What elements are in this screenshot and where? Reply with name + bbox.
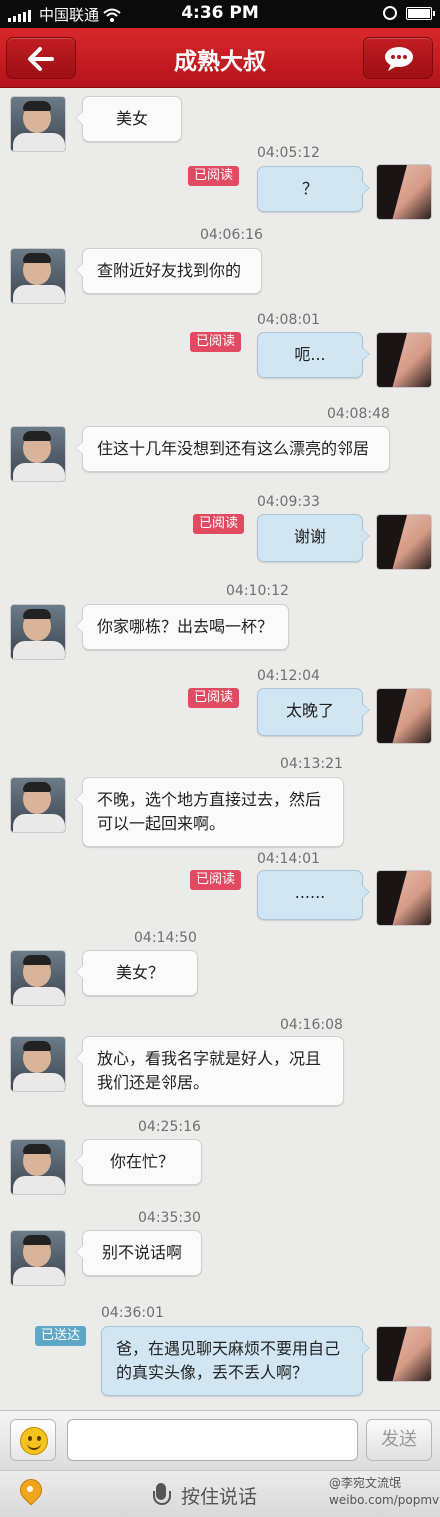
emoji-button[interactable]	[10, 1419, 56, 1461]
watermark-url: weibo.com/popmv	[329, 1493, 440, 1507]
message-time: 04:14:50	[134, 930, 197, 946]
incoming-message: 不晚，选个地方直接过去，然后 可以一起回来啊。	[75, 777, 344, 847]
alarm-clock-icon	[383, 6, 397, 20]
message-time: 04:35:30	[138, 1210, 201, 1226]
delivered-status-badge: 已送达	[35, 1326, 87, 1346]
incoming-message: 查附近好友找到你的	[75, 248, 262, 294]
read-status-badge: 已阅读	[190, 332, 242, 352]
outgoing-message: 谢谢	[257, 514, 370, 562]
hold-to-talk-button[interactable]: 按住说话	[181, 1482, 257, 1509]
message-line: 不晚，选个地方直接过去，然后	[97, 790, 322, 809]
battery-icon	[406, 7, 435, 20]
message-line: 我们还是邻居。	[97, 1073, 210, 1092]
contact-avatar[interactable]	[10, 1139, 66, 1195]
watermark: @李宛文流氓 weibo.com/popmv	[329, 1475, 439, 1509]
incoming-message: 美女？	[75, 950, 198, 996]
message-line: 可以一起回来啊。	[97, 814, 226, 833]
contact-avatar[interactable]	[10, 777, 66, 833]
incoming-message: 你家哪栋？出去喝一杯？	[75, 604, 289, 650]
contact-avatar[interactable]	[10, 1036, 66, 1092]
my-avatar[interactable]	[376, 688, 432, 744]
message-time: 04:08:01	[257, 312, 320, 328]
outgoing-message: ？	[257, 166, 370, 212]
read-status-badge: 已阅读	[190, 870, 242, 890]
outgoing-message: 爸，在遇见聊天麻烦不要用自己 的真实头像，丢不丢人啊？	[101, 1326, 370, 1396]
chat-options-button[interactable]	[363, 37, 433, 79]
contact-avatar[interactable]	[10, 1230, 66, 1286]
message-time: 04:06:16	[200, 227, 263, 243]
my-avatar[interactable]	[376, 1326, 432, 1382]
smiley-icon	[20, 1427, 48, 1455]
contact-avatar[interactable]	[10, 604, 66, 660]
incoming-message: 放心，看我名字就是好人，况且 我们还是邻居。	[75, 1036, 344, 1106]
message-input[interactable]	[67, 1419, 358, 1461]
my-avatar[interactable]	[376, 332, 432, 388]
chat-bubble-icon	[385, 47, 413, 71]
outgoing-message: ......	[257, 870, 370, 920]
microphone-icon	[152, 1483, 171, 1511]
message-time: 04:13:21	[280, 756, 343, 772]
my-avatar[interactable]	[376, 164, 432, 220]
status-bar: 中国联通 4:36 PM	[0, 0, 440, 28]
message-time: 04:36:01	[101, 1305, 164, 1321]
chat-area[interactable]: 美女 04:05:12 已阅读 ？ 04:06:16 查附近好友找到你的 04:…	[0, 88, 440, 1410]
voice-bar: 按住说话 @李宛文流氓 weibo.com/popmv	[0, 1470, 440, 1517]
incoming-message: 美女	[75, 96, 182, 142]
contact-avatar[interactable]	[10, 426, 66, 482]
my-avatar[interactable]	[376, 870, 432, 926]
my-avatar[interactable]	[376, 514, 432, 570]
location-pin-icon[interactable]	[18, 1479, 42, 1511]
message-time: 04:25:16	[138, 1119, 201, 1135]
nav-bar: 成熟大叔	[0, 28, 440, 88]
message-time: 04:08:48	[327, 406, 390, 422]
watermark-handle: @李宛文流氓	[329, 1476, 402, 1490]
send-button[interactable]: 发送	[366, 1419, 432, 1461]
read-status-badge: 已阅读	[188, 166, 240, 186]
status-time: 4:36 PM	[181, 3, 259, 23]
incoming-message: 你在忙？	[75, 1139, 202, 1185]
outgoing-message: 太晚了	[257, 688, 370, 736]
message-line: 的真实头像，丢不丢人啊？	[116, 1363, 309, 1382]
message-time: 04:14:01	[257, 851, 320, 867]
message-time: 04:16:08	[280, 1017, 343, 1033]
contact-avatar[interactable]	[10, 950, 66, 1006]
message-line: 放心，看我名字就是好人，况且	[97, 1049, 322, 1068]
message-time: 04:12:04	[257, 668, 320, 684]
message-time: 04:10:12	[226, 583, 289, 599]
contact-avatar[interactable]	[10, 248, 66, 304]
message-time: 04:05:12	[257, 145, 320, 161]
read-status-badge: 已阅读	[193, 514, 245, 534]
incoming-message: 别不说话啊	[75, 1230, 202, 1276]
message-time: 04:09:33	[257, 494, 320, 510]
incoming-message: 住这十几年没想到还有这么漂亮的邻居	[75, 426, 390, 472]
message-line: 爸，在遇见聊天麻烦不要用自己	[116, 1339, 341, 1358]
contact-avatar[interactable]	[10, 96, 66, 152]
outgoing-message: 呃...	[257, 332, 370, 378]
input-bar: 发送	[0, 1410, 440, 1470]
read-status-badge: 已阅读	[188, 688, 240, 708]
